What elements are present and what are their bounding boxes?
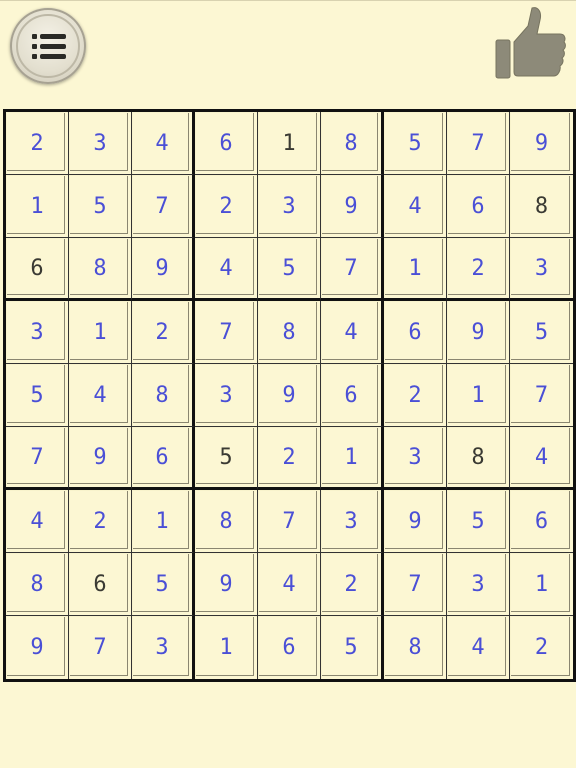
sudoku-cell[interactable]: 6 bbox=[258, 616, 321, 679]
sudoku-cell[interactable]: 6 bbox=[195, 112, 258, 175]
sudoku-cell[interactable]: 9 bbox=[510, 112, 573, 175]
sudoku-cell[interactable]: 8 bbox=[258, 301, 321, 364]
sudoku-cell[interactable]: 8 bbox=[195, 490, 258, 553]
sudoku-cell[interactable]: 1 bbox=[384, 238, 447, 301]
list-menu-icon bbox=[32, 34, 66, 59]
sudoku-cell[interactable]: 4 bbox=[384, 175, 447, 238]
sudoku-cell[interactable]: 9 bbox=[6, 616, 69, 679]
sudoku-cell[interactable]: 4 bbox=[447, 616, 510, 679]
sudoku-cell[interactable]: 3 bbox=[132, 616, 195, 679]
sudoku-cell[interactable]: 3 bbox=[321, 490, 384, 553]
sudoku-cell[interactable]: 9 bbox=[258, 364, 321, 427]
menu-button[interactable] bbox=[10, 8, 86, 84]
sudoku-cell[interactable]: 3 bbox=[384, 427, 447, 490]
sudoku-cell[interactable]: 6 bbox=[321, 364, 384, 427]
sudoku-cell[interactable]: 8 bbox=[321, 112, 384, 175]
sudoku-cell[interactable]: 9 bbox=[132, 238, 195, 301]
top-divider bbox=[0, 0, 576, 1]
thumbs-up-icon[interactable] bbox=[494, 6, 566, 80]
sudoku-cell[interactable]: 6 bbox=[384, 301, 447, 364]
sudoku-cell[interactable]: 3 bbox=[195, 364, 258, 427]
sudoku-cell[interactable]: 2 bbox=[132, 301, 195, 364]
sudoku-cell[interactable]: 8 bbox=[69, 238, 132, 301]
sudoku-cell[interactable]: 5 bbox=[384, 112, 447, 175]
sudoku-cell[interactable]: 5 bbox=[69, 175, 132, 238]
sudoku-cell[interactable]: 9 bbox=[321, 175, 384, 238]
sudoku-cell[interactable]: 2 bbox=[6, 112, 69, 175]
sudoku-cell[interactable]: 2 bbox=[69, 490, 132, 553]
sudoku-cell[interactable]: 8 bbox=[510, 175, 573, 238]
sudoku-grid: 2346185791572394686894571233127846955483… bbox=[3, 109, 576, 682]
sudoku-cell[interactable]: 4 bbox=[132, 112, 195, 175]
sudoku-cell[interactable]: 9 bbox=[447, 301, 510, 364]
sudoku-cell[interactable]: 5 bbox=[132, 553, 195, 616]
sudoku-cell[interactable]: 7 bbox=[69, 616, 132, 679]
sudoku-cell[interactable]: 6 bbox=[6, 238, 69, 301]
sudoku-cell[interactable]: 3 bbox=[258, 175, 321, 238]
sudoku-cell[interactable]: 9 bbox=[195, 553, 258, 616]
sudoku-cell[interactable]: 7 bbox=[132, 175, 195, 238]
sudoku-cell[interactable]: 4 bbox=[195, 238, 258, 301]
sudoku-cell[interactable]: 1 bbox=[69, 301, 132, 364]
sudoku-cell[interactable]: 7 bbox=[195, 301, 258, 364]
sudoku-cell[interactable]: 7 bbox=[258, 490, 321, 553]
sudoku-cell[interactable]: 6 bbox=[447, 175, 510, 238]
sudoku-cell[interactable]: 1 bbox=[6, 175, 69, 238]
sudoku-cell[interactable]: 2 bbox=[384, 364, 447, 427]
sudoku-cell[interactable]: 6 bbox=[69, 553, 132, 616]
sudoku-cell[interactable]: 8 bbox=[132, 364, 195, 427]
sudoku-cell[interactable]: 7 bbox=[6, 427, 69, 490]
sudoku-cell[interactable]: 2 bbox=[321, 553, 384, 616]
sudoku-cell[interactable]: 5 bbox=[321, 616, 384, 679]
sudoku-cell[interactable]: 1 bbox=[321, 427, 384, 490]
sudoku-cell[interactable]: 2 bbox=[195, 175, 258, 238]
sudoku-cell[interactable]: 1 bbox=[258, 112, 321, 175]
sudoku-cell[interactable]: 4 bbox=[258, 553, 321, 616]
sudoku-cell[interactable]: 9 bbox=[384, 490, 447, 553]
sudoku-cell[interactable]: 5 bbox=[195, 427, 258, 490]
sudoku-cell[interactable]: 4 bbox=[321, 301, 384, 364]
sudoku-cell[interactable]: 2 bbox=[510, 616, 573, 679]
sudoku-cell[interactable]: 6 bbox=[132, 427, 195, 490]
sudoku-cell[interactable]: 8 bbox=[384, 616, 447, 679]
sudoku-cell[interactable]: 6 bbox=[510, 490, 573, 553]
sudoku-cell[interactable]: 3 bbox=[6, 301, 69, 364]
sudoku-cell[interactable]: 5 bbox=[258, 238, 321, 301]
sudoku-cell[interactable]: 2 bbox=[447, 238, 510, 301]
sudoku-cell[interactable]: 3 bbox=[447, 553, 510, 616]
sudoku-cell[interactable]: 3 bbox=[510, 238, 573, 301]
sudoku-cell[interactable]: 4 bbox=[69, 364, 132, 427]
sudoku-cell[interactable]: 1 bbox=[447, 364, 510, 427]
sudoku-cell[interactable]: 2 bbox=[258, 427, 321, 490]
sudoku-cell[interactable]: 8 bbox=[6, 553, 69, 616]
sudoku-cell[interactable]: 8 bbox=[447, 427, 510, 490]
sudoku-cell[interactable]: 9 bbox=[69, 427, 132, 490]
sudoku-cell[interactable]: 1 bbox=[510, 553, 573, 616]
sudoku-cell[interactable]: 1 bbox=[195, 616, 258, 679]
sudoku-cell[interactable]: 7 bbox=[321, 238, 384, 301]
sudoku-cell[interactable]: 5 bbox=[447, 490, 510, 553]
sudoku-cell[interactable]: 7 bbox=[384, 553, 447, 616]
sudoku-cell[interactable]: 5 bbox=[6, 364, 69, 427]
sudoku-cell[interactable]: 7 bbox=[510, 364, 573, 427]
sudoku-cell[interactable]: 7 bbox=[447, 112, 510, 175]
sudoku-cell[interactable]: 4 bbox=[6, 490, 69, 553]
sudoku-cell[interactable]: 3 bbox=[69, 112, 132, 175]
sudoku-cell[interactable]: 1 bbox=[132, 490, 195, 553]
sudoku-cell[interactable]: 4 bbox=[510, 427, 573, 490]
sudoku-cell[interactable]: 5 bbox=[510, 301, 573, 364]
